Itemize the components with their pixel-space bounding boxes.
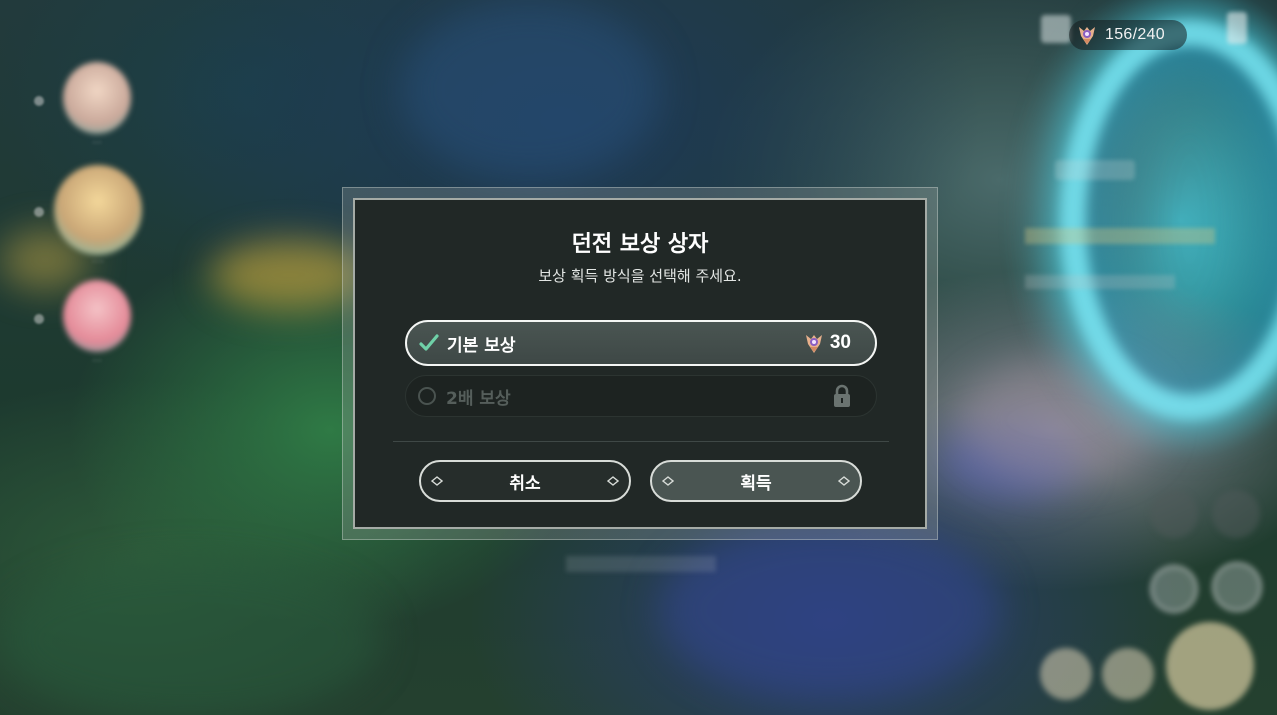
cost-value: 30 [829, 332, 851, 353]
option-label: 기본 보상 [447, 335, 516, 356]
option-cost: 30 [802, 331, 851, 355]
avatar [63, 280, 131, 352]
lock-icon [834, 384, 850, 407]
check-icon [419, 334, 439, 351]
skill-slot[interactable] [1212, 490, 1260, 538]
option-label: 2배 보상 [446, 388, 511, 409]
diamond-ornament-icon [662, 476, 674, 486]
skill-button[interactable] [1040, 648, 1092, 700]
resin-counter: 156/240 [1069, 20, 1187, 50]
resin-icon [805, 335, 822, 353]
option-double-reward[interactable]: 2배 보상 [405, 375, 877, 417]
settings-icon[interactable] [1227, 12, 1247, 44]
diamond-ornament-icon [838, 476, 850, 486]
skill-slot[interactable] [1150, 565, 1198, 613]
skill-button[interactable] [1102, 648, 1154, 700]
burst-button[interactable] [1166, 622, 1254, 710]
quest-tracker-secondary [1025, 275, 1175, 289]
blurred-hint-text [566, 556, 716, 572]
diamond-ornament-icon [607, 476, 619, 486]
resin-value: 156/240 [1105, 26, 1165, 43]
divider [393, 441, 889, 442]
reward-dialog: 던전 보상 상자 보상 획득 방식을 선택해 주세요. 기본 보상 30 2배 … [353, 198, 927, 529]
avatar [63, 62, 131, 134]
cancel-button-label: 취소 [509, 473, 541, 494]
resin-icon [1079, 27, 1095, 45]
avatar [54, 165, 142, 255]
cancel-button[interactable]: 취소 [419, 460, 631, 502]
minimap-label [1055, 160, 1135, 180]
quest-tracker [1025, 228, 1215, 244]
dialog-title: 던전 보상 상자 [571, 232, 709, 257]
radio-icon [418, 387, 436, 405]
dialog-subtitle: 보상 획득 방식을 선택해 주세요. [538, 267, 742, 285]
confirm-button[interactable]: 획득 [650, 460, 862, 502]
confirm-button-label: 획득 [740, 473, 772, 494]
diamond-ornament-icon [431, 476, 443, 486]
portal-effect [1060, 20, 1277, 420]
menu-icon[interactable] [1041, 15, 1071, 43]
skill-slot[interactable] [1212, 562, 1262, 612]
option-basic-reward[interactable]: 기본 보상 30 [405, 320, 877, 366]
skill-slot[interactable] [1150, 490, 1198, 538]
